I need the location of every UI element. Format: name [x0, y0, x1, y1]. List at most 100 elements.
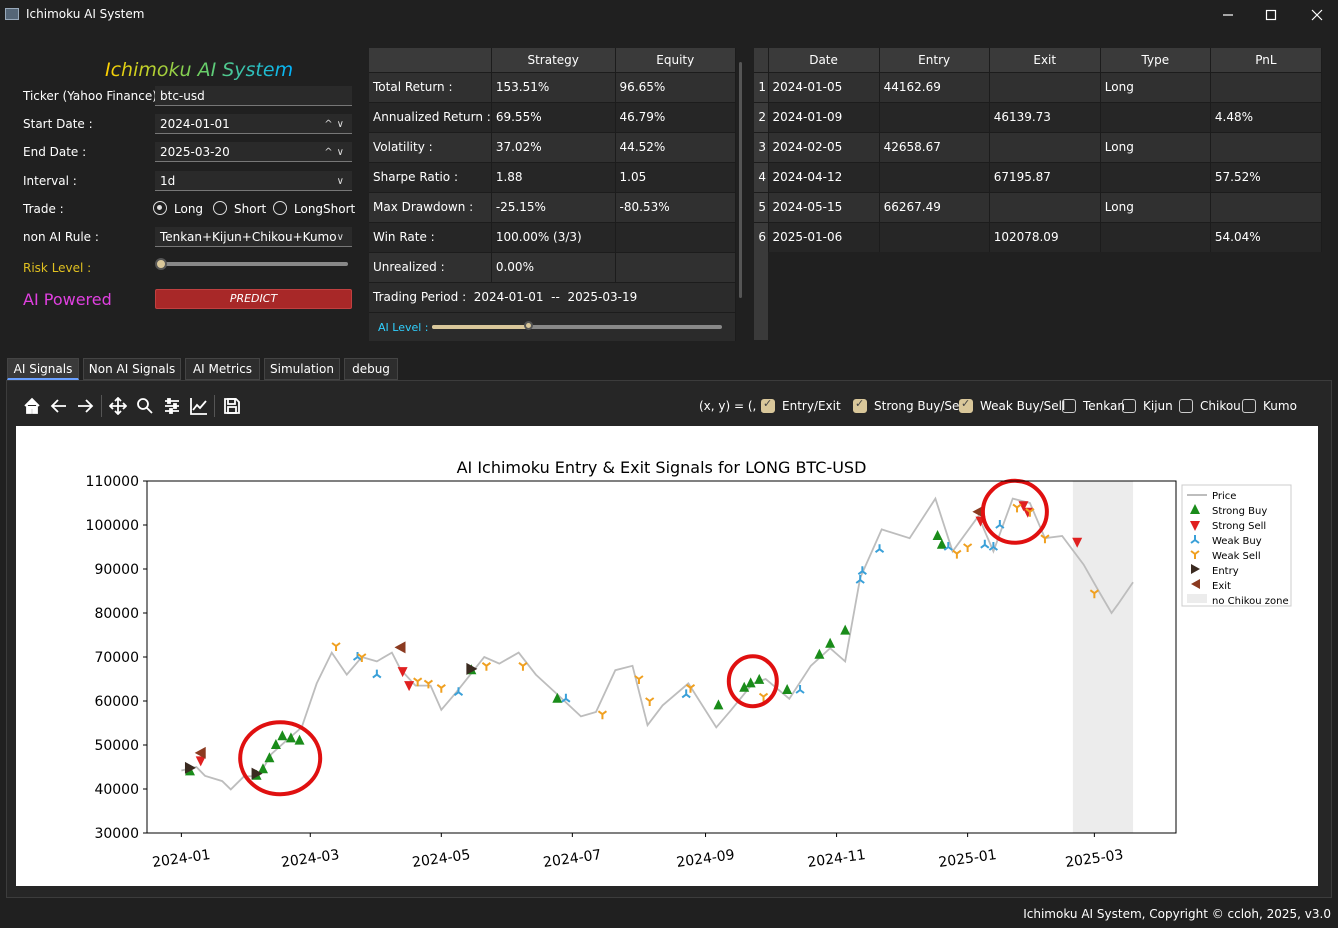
chart-svg[interactable]: AI Ichimoku Entry & Exit Signals for LON… — [16, 426, 1318, 886]
home-icon[interactable] — [23, 397, 41, 415]
checkbox-strong-buy-sell[interactable] — [853, 397, 867, 413]
spin-arrows-icon[interactable]: ^∨ — [324, 117, 348, 133]
spin-arrows-icon[interactable]: ^∨ — [324, 145, 348, 161]
x-tick-label: 2024-05 — [411, 847, 471, 871]
stats-row: Unrealized :0.00% — [369, 251, 737, 282]
maximize-button[interactable] — [1260, 4, 1282, 26]
strong-buy-marker — [932, 530, 943, 540]
stats-metric-label: Total Return : — [369, 71, 492, 102]
trade-date: 2024-01-09 — [768, 101, 880, 132]
checkbox-entry-exit[interactable] — [761, 397, 775, 413]
stats-strategy-value: 100.00% (3/3) — [491, 221, 616, 252]
trade-row-number: 3 — [754, 131, 769, 162]
checkbox-kumo[interactable] — [1242, 399, 1256, 413]
risk-level-slider[interactable] — [157, 262, 348, 266]
zoom-icon[interactable] — [136, 397, 154, 415]
legend-entry-label: Entry — [1212, 566, 1239, 577]
stats-strategy-value: 153.51% — [491, 71, 616, 102]
legend-entry-label: Weak Buy — [1212, 536, 1262, 547]
ai-level-slider[interactable] — [432, 324, 722, 329]
annotation-circle — [980, 478, 1049, 545]
checkbox-label: Kijun — [1143, 399, 1173, 413]
settings-panel: Ichimoku AI System Ticker (Yahoo Finance… — [0, 30, 365, 350]
y-tick-label: 100000 — [86, 518, 139, 534]
legend-entry-label: Weak Sell — [1212, 551, 1261, 562]
tab-ai-metrics[interactable]: AI Metrics — [185, 358, 260, 380]
pan-icon[interactable] — [109, 397, 127, 415]
predict-button[interactable]: PREDICT — [155, 289, 352, 309]
y-tick-label: 30000 — [94, 826, 139, 842]
x-tick-label: 2025-01 — [938, 847, 998, 871]
radio-longshort[interactable] — [273, 201, 287, 215]
strong-buy-marker — [258, 763, 269, 774]
stats-row: Volatility :37.02% 44.52% — [369, 131, 737, 162]
minimize-button[interactable] — [1217, 4, 1239, 26]
trades-row-header-strip — [754, 252, 768, 340]
trade-date: 2024-05-15 — [768, 191, 880, 222]
stats-scrollbar[interactable] — [739, 62, 742, 298]
radio-short-label: Short — [234, 202, 267, 216]
checkbox-tenkan[interactable] — [1062, 399, 1076, 413]
chart-canvas[interactable]: AI Ichimoku Entry & Exit Signals for LON… — [16, 426, 1318, 886]
no-chikou-zone — [1072, 481, 1134, 833]
trade-row[interactable]: 3 2024-02-05 42658.67 Long — [754, 131, 1323, 162]
ai-level-handle[interactable] — [523, 320, 533, 330]
stats-row: Win Rate :100.00% (3/3) — [369, 221, 737, 252]
radio-long[interactable] — [153, 201, 167, 215]
footer: Ichimoku AI System, Copyright © ccloh, 2… — [1023, 907, 1331, 921]
end-date-label: End Date : — [23, 145, 87, 159]
tab-ai-signals[interactable]: AI Signals — [7, 358, 79, 380]
weak-buy-marker — [681, 689, 691, 699]
trading-period-start: 2024-01-01 — [473, 290, 544, 304]
forward-icon[interactable] — [76, 397, 94, 415]
close-button[interactable] — [1306, 4, 1328, 26]
trade-row[interactable]: 6 2025-01-06 102078.09 54.04% — [754, 221, 1323, 252]
start-date-input[interactable]: 2024-01-01 ^∨ — [155, 114, 352, 134]
trade-row[interactable]: 4 2024-04-12 67195.87 57.52% — [754, 161, 1323, 192]
end-date-input[interactable]: 2025-03-20 ^∨ — [155, 142, 352, 162]
trade-row[interactable]: 2 2024-01-09 46139.73 4.48% — [754, 101, 1323, 132]
trade-row-number: 5 — [754, 191, 769, 222]
strong-buy-marker — [277, 730, 288, 741]
stats-header-equity: Equity — [615, 48, 737, 72]
trade-date: 2024-01-05 — [768, 71, 880, 102]
strong-buy-marker — [782, 684, 793, 694]
trade-row[interactable]: 5 2024-05-15 66267.49 Long — [754, 191, 1323, 222]
trades-header-pnl: PnL — [1210, 48, 1323, 72]
ai-level-label: AI Level : — [378, 320, 429, 334]
trades-header-entry: Entry — [879, 48, 990, 72]
trade-row[interactable]: 1 2024-01-05 44162.69 Long — [754, 71, 1323, 102]
trading-period-row: Trading Period : 2024-01-01 -- 2025-03-1… — [369, 281, 736, 312]
back-icon[interactable] — [50, 397, 68, 415]
rule-select[interactable]: Tenkan+Kijun+Chikou+Kumo ∨ — [155, 227, 352, 247]
tab-debug[interactable]: debug — [344, 358, 398, 380]
strong-sell-marker — [404, 681, 415, 692]
configure-icon[interactable] — [163, 397, 181, 415]
trade-entry: 42658.67 — [879, 131, 990, 162]
weak-sell-marker — [481, 662, 492, 671]
checkbox-chikou[interactable] — [1179, 399, 1193, 413]
interval-select[interactable]: 1d ∨ — [155, 171, 352, 191]
stats-header-strategy: Strategy — [491, 48, 616, 72]
tab-simulation[interactable]: Simulation — [264, 358, 340, 380]
risk-level-handle[interactable] — [155, 258, 167, 270]
stats-equity-value: 46.79% — [615, 101, 737, 132]
start-date-label: Start Date : — [23, 117, 93, 131]
tab-non-ai-signals[interactable]: Non AI Signals — [83, 358, 181, 380]
trading-period-end: 2025-03-19 — [567, 290, 638, 304]
maximize-icon — [1265, 9, 1277, 21]
app-title: Ichimoku AI System — [105, 59, 294, 81]
checkbox-weak-buy-sell[interactable] — [959, 397, 973, 413]
trade-date: 2025-01-06 — [768, 221, 880, 252]
trade-entry — [879, 221, 990, 252]
strong-buy-marker — [713, 699, 724, 710]
trade-exit: 67195.87 — [989, 161, 1101, 192]
trades-header-corner — [754, 48, 769, 72]
weak-buy-marker — [980, 539, 990, 549]
save-icon[interactable] — [223, 397, 241, 415]
stats-row: Annualized Return :69.55% 46.79% — [369, 101, 737, 132]
edit-axes-icon[interactable] — [190, 397, 208, 415]
radio-short[interactable] — [213, 201, 227, 215]
checkbox-kijun[interactable] — [1122, 399, 1136, 413]
ticker-input[interactable]: btc-usd — [155, 86, 352, 106]
